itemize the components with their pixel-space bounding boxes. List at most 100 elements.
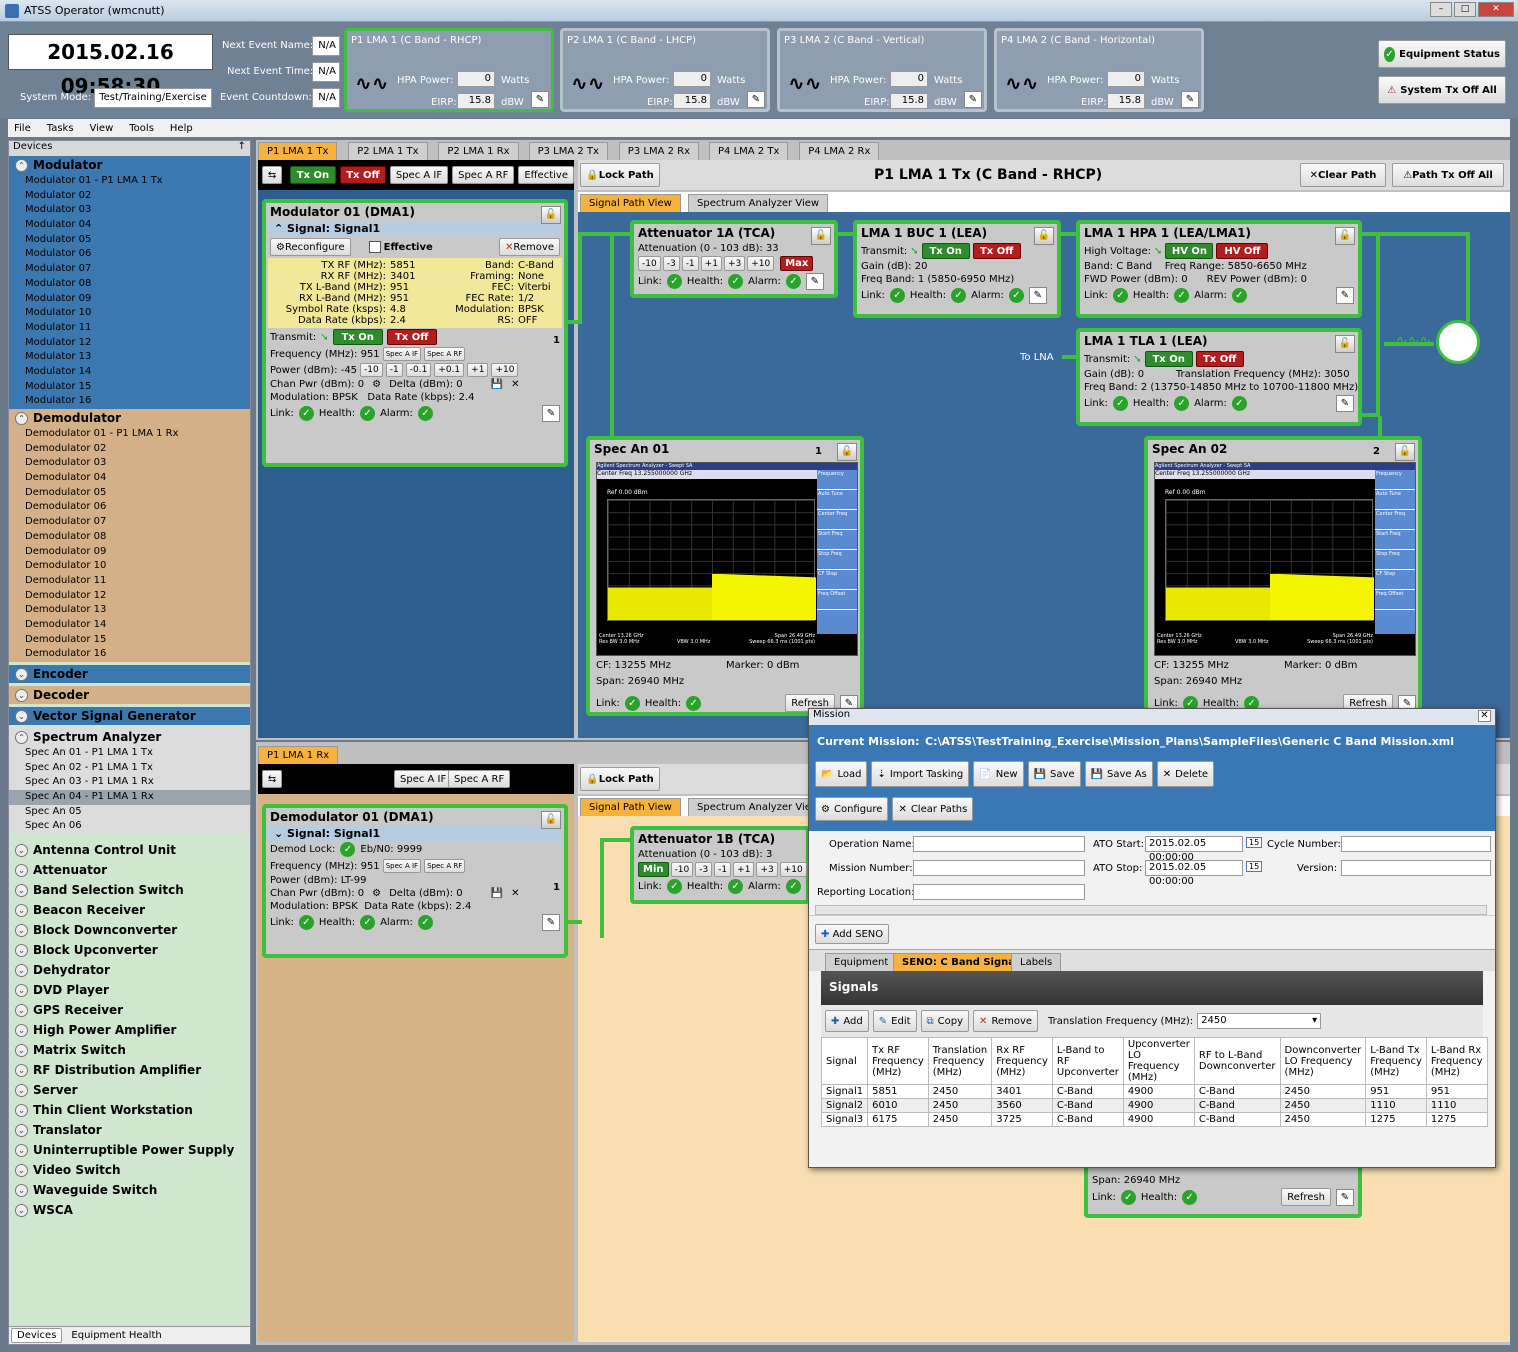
list-item[interactable]: Modulator 05	[9, 233, 250, 248]
device-group[interactable]: ⌄ Waveguide Switch	[9, 1180, 250, 1200]
demod-spec-a-rf[interactable]: Spec A RF	[424, 859, 466, 873]
list-item[interactable]: Modulator 11	[9, 321, 250, 336]
spec-a-if-button[interactable]: Spec A IF	[389, 166, 449, 184]
device-tab[interactable]: P1 LMA 1 Rx	[258, 746, 339, 764]
signal-copy-button[interactable]: ⧉ Copy	[920, 1010, 970, 1032]
ato-start-input[interactable]: 2015.02.05 00:00:00	[1145, 836, 1243, 863]
reconfigure-button[interactable]: ⚙ Reconfigure	[270, 238, 351, 256]
edit-icon[interactable]: ✎	[964, 91, 982, 108]
table-row[interactable]: Signal1 5851 2450 3401 C-Band 4900 C-Band 2450 9…	[820, 1084, 1488, 1099]
device-group[interactable]: ⌄ Matrix Switch	[9, 1040, 250, 1060]
device-tab[interactable]: P3 LMA 2 Rx	[618, 142, 699, 160]
power-step-button[interactable]: +10	[491, 363, 519, 377]
list-item[interactable]: Modulator 10	[9, 306, 250, 321]
rx-signal-path-view-tab[interactable]: Signal Path View	[580, 798, 681, 816]
list-item[interactable]: Modulator 13	[9, 350, 250, 365]
list-item[interactable]: Modulator 02	[9, 189, 250, 204]
list-item[interactable]: Demodulator 11	[9, 574, 250, 589]
att-step-button[interactable]: -10	[638, 256, 661, 271]
device-tab[interactable]: P4 LMA 2 Tx	[709, 142, 789, 160]
list-item[interactable]: Spec An 02 - P1 LMA 1 Tx	[9, 761, 250, 776]
remove-button[interactable]: ✕ Remove	[499, 238, 560, 256]
lock-icon[interactable]: 🔓	[541, 811, 561, 829]
edit-icon[interactable]: ✎	[1336, 1188, 1354, 1206]
mission-configure-button[interactable]: ⚙ Configure	[815, 797, 889, 821]
column-header[interactable]: L-Band Rx Frequency (MHz)	[1425, 1037, 1488, 1085]
edit-icon[interactable]: ✎	[542, 914, 560, 931]
equipment-health-tab[interactable]: Equipment Health	[66, 1328, 166, 1343]
list-item[interactable]: Spec An 03 - P1 LMA 1 Rx	[9, 775, 250, 790]
list-item[interactable]: Demodulator 12	[9, 589, 250, 604]
device-group[interactable]: ⌄ Uninterruptible Power Supply	[9, 1140, 250, 1160]
cancel-icon[interactable]: ✕	[511, 379, 519, 390]
mod-tx-off[interactable]: Tx Off	[386, 329, 437, 345]
column-header[interactable]: Downconverter LO Frequency (MHz)	[1279, 1037, 1367, 1085]
power-step-button[interactable]: -10	[360, 363, 383, 377]
list-item[interactable]: Modulator 03	[9, 203, 250, 218]
list-item[interactable]: Spec An 05	[9, 805, 250, 820]
device-group[interactable]: ⌄ Server	[9, 1080, 250, 1100]
edit-icon[interactable]: ✎	[805, 273, 824, 290]
att-step-button[interactable]: +1	[700, 256, 722, 271]
mission-close-icon[interactable]: ✕	[1478, 710, 1491, 722]
device-group[interactable]: ⌄ Video Switch	[9, 1160, 250, 1180]
menu-view[interactable]: View	[90, 123, 114, 134]
mission-load-button[interactable]: 📂 Load	[815, 761, 868, 787]
device-tab[interactable]: P2 LMA 1 Tx	[348, 142, 428, 160]
spec-a-rf-button[interactable]: Spec A RF	[452, 166, 515, 184]
column-header[interactable]: Tx RF Frequency (MHz)	[867, 1037, 929, 1085]
att-step-button[interactable]: -1	[714, 862, 732, 877]
signal-header[interactable]: ⌃ Signal: Signal1	[268, 221, 562, 236]
mission-number-input[interactable]	[913, 860, 1085, 876]
maximize-button[interactable]: □	[1454, 2, 1476, 17]
list-item[interactable]: Demodulator 08	[9, 530, 250, 545]
calendar-icon[interactable]: 15	[1246, 837, 1263, 848]
device-group[interactable]: ⌄ DVD Player	[9, 980, 250, 1000]
column-header[interactable]: L-Band Tx Frequency (MHz)	[1365, 1037, 1427, 1085]
list-item[interactable]: Demodulator 15	[9, 633, 250, 648]
add-seno-button[interactable]: ✚ Add SENO	[815, 924, 890, 944]
edit-icon[interactable]: ✎	[747, 91, 765, 108]
calendar-icon[interactable]: 15	[1246, 861, 1263, 872]
measure-icon[interactable]: ⚙	[372, 379, 381, 390]
device-tab[interactable]: P2 LMA 1 Rx	[438, 142, 519, 160]
lock-icon[interactable]: 🔓	[1395, 443, 1415, 461]
table-row[interactable]: Signal3 6175 2450 3725 C-Band 4900 C-Band 2450 1…	[820, 1112, 1488, 1127]
mission-save-button[interactable]: 💾 Save	[1027, 761, 1081, 787]
clear-path-button[interactable]: ✕ Clear Path	[1300, 163, 1386, 187]
lock-icon[interactable]: 🔓	[837, 443, 857, 461]
list-item[interactable]: Modulator 15	[9, 380, 250, 395]
list-item[interactable]: Demodulator 04	[9, 471, 250, 486]
list-item[interactable]: Demodulator 14	[9, 618, 250, 633]
system-tx-off-button[interactable]: ⚠ System Tx Off All	[1378, 76, 1506, 104]
column-header[interactable]: Upconverter LO Frequency (MHz)	[1122, 1037, 1195, 1085]
encoder-header[interactable]: ⌄ Encoder	[9, 665, 250, 683]
reporting-input[interactable]	[913, 884, 1085, 900]
refresh-button[interactable]: Refresh	[1281, 1188, 1331, 1206]
device-group[interactable]: ⌄ Attenuator	[9, 860, 250, 880]
power-step-button[interactable]: -1	[385, 363, 403, 377]
list-item[interactable]: Demodulator 03	[9, 456, 250, 471]
att-min-button[interactable]: Min	[638, 862, 669, 877]
power-step-button[interactable]: +0.1	[434, 363, 465, 377]
signal-add-button[interactable]: ✚ Add	[825, 1010, 869, 1032]
cancel-icon[interactable]: ✕	[511, 888, 519, 899]
close-button[interactable]: ✕	[1478, 2, 1514, 17]
collapse-icon[interactable]: ⇆	[262, 166, 282, 184]
list-item[interactable]: Modulator 09	[9, 292, 250, 307]
rx-spec-a-if[interactable]: Spec A IF	[394, 770, 453, 788]
att-step-button[interactable]: -3	[695, 862, 713, 877]
list-item[interactable]: Demodulator 09	[9, 545, 250, 560]
device-group[interactable]: ⌄ Antenna Control Unit	[9, 840, 250, 860]
att-step-button[interactable]: +10	[747, 256, 775, 271]
power-step-button[interactable]: +1	[467, 363, 489, 377]
lock-icon[interactable]: 🔓	[1034, 227, 1054, 245]
demod-spec-a-if[interactable]: Spec A IF	[382, 859, 422, 873]
buc-tx-off[interactable]: Tx Off	[972, 243, 1021, 259]
ato-stop-input[interactable]: 2015.02.05 00:00:00	[1145, 860, 1243, 887]
spectrum-header[interactable]: ⌃ Spectrum Analyzer	[9, 728, 250, 746]
signal-path-view-tab[interactable]: Signal Path View	[580, 194, 681, 212]
hv-off-button[interactable]: HV Off	[1216, 243, 1269, 259]
edit-icon[interactable]: ✎	[1181, 91, 1199, 108]
column-header[interactable]: Rx RF Frequency (MHz)	[991, 1037, 1053, 1085]
